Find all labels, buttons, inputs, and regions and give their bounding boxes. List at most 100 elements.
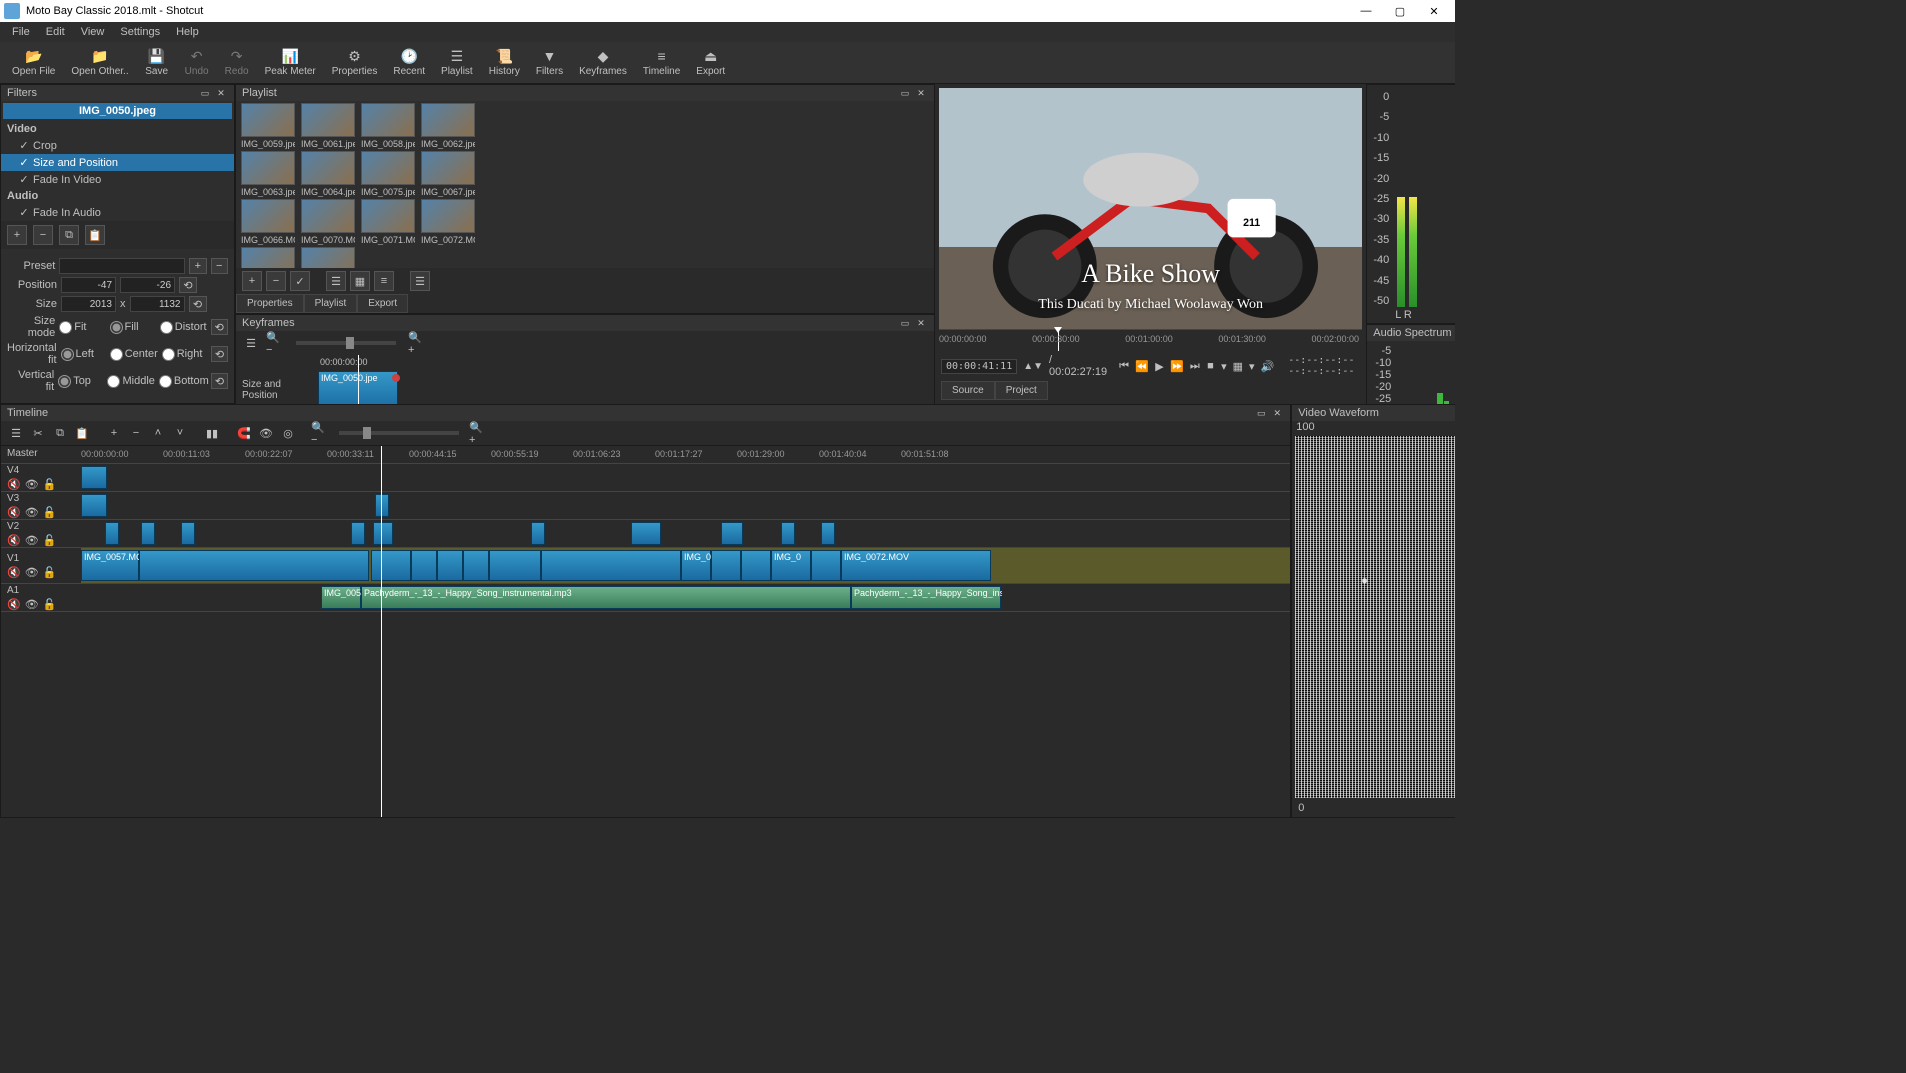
filter-item[interactable]: ✓Fade In Audio (1, 204, 234, 221)
playlist-item[interactable]: IMG_0071.MOV (360, 199, 416, 245)
menu-edit[interactable]: Edit (38, 24, 73, 40)
timeline-clip[interactable] (139, 550, 369, 581)
preset-remove-button[interactable]: − (211, 258, 228, 274)
remove-icon[interactable]: − (127, 424, 145, 442)
minimize-button[interactable]: — (1349, 0, 1383, 22)
timeline-clip[interactable] (631, 522, 661, 545)
save-button[interactable]: 💾Save (137, 46, 177, 79)
timeline-clip[interactable] (463, 550, 489, 581)
track-head-v2[interactable]: V2🔇👁🔓 (1, 520, 81, 548)
track-v3[interactable] (81, 492, 1290, 520)
size-mode-radio-fit[interactable]: Fit (59, 321, 105, 334)
size-mode-radio-reset-button[interactable]: ⟲ (211, 319, 228, 335)
eye-icon[interactable]: 👁 (25, 478, 39, 491)
add-item-button[interactable]: + (242, 271, 262, 291)
timeline-clip[interactable]: Pachyderm_-_13_-_Happy_Song_instrumental… (851, 586, 1001, 609)
eye-icon[interactable]: 👁 (25, 506, 39, 519)
kf-menu-button[interactable]: ☰ (242, 334, 260, 352)
timeline-clip[interactable]: IMG_0 (771, 550, 811, 581)
close-icon[interactable]: ✕ (914, 86, 928, 100)
playlist-item[interactable]: IMG_0058.jpeg (360, 103, 416, 149)
play-icon[interactable]: ▶ (1155, 357, 1164, 375)
playlist-item[interactable]: IMG_0075.jpeg (360, 151, 416, 197)
preview-ruler[interactable]: 00:00:00:0000:00:30:0000:01:00:0000:01:3… (939, 329, 1362, 351)
zoom-out-icon[interactable]: 🔍− (266, 334, 284, 352)
mute-icon[interactable]: 🔇 (7, 478, 21, 491)
tl-zoom-slider[interactable] (339, 431, 459, 435)
hfit-radio-reset-button[interactable]: ⟲ (211, 346, 228, 362)
timeline-clip[interactable] (821, 522, 835, 545)
playlist-item[interactable]: IMG_0062.jpeg (420, 103, 476, 149)
timeline-clip[interactable] (81, 466, 107, 489)
forward-icon[interactable]: ⏩ (1170, 357, 1184, 375)
lock-icon[interactable]: 🔓 (43, 566, 57, 579)
timeline-master[interactable]: Master (1, 446, 81, 464)
tl-menu-button[interactable]: ☰ (7, 424, 25, 442)
track-v4[interactable] (81, 464, 1290, 492)
menu-view[interactable]: View (73, 24, 113, 40)
playlist-item[interactable]: IMG_0076.jpeg (300, 247, 356, 268)
size-w-input[interactable] (61, 296, 116, 312)
menu-settings[interactable]: Settings (112, 24, 168, 40)
preset-add-button[interactable]: + (189, 258, 206, 274)
export-button[interactable]: ⏏Export (688, 46, 733, 79)
hfit-radio-center[interactable]: Center (110, 348, 158, 361)
playlist-item[interactable]: IMG_0070.MOV (300, 199, 356, 245)
filter-item[interactable]: ✓Size and Position (1, 154, 234, 171)
vfit-radio-middle[interactable]: Middle (107, 375, 154, 388)
vfit-radio-top[interactable]: Top (58, 375, 103, 388)
open-other-button[interactable]: 📁Open Other.. (63, 46, 136, 79)
timecode-current[interactable]: 00:00:41:11 (941, 359, 1017, 374)
hfit-radio-right[interactable]: Right (162, 348, 207, 361)
kf-zoom-slider[interactable] (296, 341, 396, 345)
playlist-item[interactable]: IMG_0064.jpeg (300, 151, 356, 197)
remove-filter-button[interactable]: − (33, 225, 53, 245)
view-detailed-button[interactable]: ☰ (326, 271, 346, 291)
view-tiles-button[interactable]: ▦ (350, 271, 370, 291)
timeline-clip[interactable]: IMG_0072.MOV (841, 550, 991, 581)
maximize-button[interactable]: ▢ (1383, 0, 1417, 22)
timeline-clip[interactable] (489, 550, 541, 581)
playlist-item[interactable]: IMG_0063.jpeg (240, 151, 296, 197)
zoom-in-icon[interactable]: 🔍+ (469, 424, 487, 442)
timeline-clip[interactable] (781, 522, 795, 545)
undock-icon[interactable]: ▭ (1254, 406, 1268, 420)
size-mode-radio-fill[interactable]: Fill (110, 321, 156, 334)
keyframes-button[interactable]: ◆Keyframes (571, 46, 635, 79)
open-file-button[interactable]: 📂Open File (4, 46, 63, 79)
playlist-item[interactable]: IMG_0067.jpeg (420, 151, 476, 197)
playlist-item[interactable]: IMG_0073.jpeg (240, 247, 296, 268)
tab-project[interactable]: Project (995, 381, 1048, 400)
copy-filters-button[interactable]: ⧉ (59, 225, 79, 245)
lock-icon[interactable]: 🔓 (43, 506, 57, 519)
lock-icon[interactable]: 🔓 (43, 598, 57, 611)
filter-item[interactable]: ✓Fade In Video (1, 171, 234, 188)
playlist-item[interactable]: IMG_0066.MOV (240, 199, 296, 245)
filters-button[interactable]: ▼Filters (528, 46, 571, 79)
skip-start-icon[interactable]: ⏮ (1119, 357, 1129, 375)
undock-icon[interactable]: ▭ (898, 86, 912, 100)
tab-properties[interactable]: Properties (236, 294, 304, 313)
zoom-out-icon[interactable]: 🔍− (311, 424, 329, 442)
tab-export[interactable]: Export (357, 294, 408, 313)
timeline-clip[interactable]: IMG_0 (681, 550, 711, 581)
tab-source[interactable]: Source (941, 381, 995, 400)
timeline-clip[interactable] (721, 522, 743, 545)
close-icon[interactable]: ✕ (214, 86, 228, 100)
hfit-radio-left[interactable]: Left (61, 348, 106, 361)
lift-icon[interactable]: ˄ (149, 424, 167, 442)
track-head-v1[interactable]: V1🔇👁🔓 (1, 548, 81, 584)
ripple-icon[interactable]: ◎ (279, 424, 297, 442)
playlist-button[interactable]: ☰Playlist (433, 46, 481, 79)
copy-icon[interactable]: ⧉ (51, 424, 69, 442)
lock-icon[interactable]: 🔓 (43, 534, 57, 547)
timeline-clip[interactable] (375, 494, 389, 517)
cut-icon[interactable]: ✂ (29, 424, 47, 442)
size-reset-button[interactable]: ⟲ (189, 296, 207, 312)
undock-icon[interactable]: ▭ (898, 316, 912, 330)
close-button[interactable]: ✕ (1417, 0, 1451, 22)
menu-file[interactable]: File (4, 24, 38, 40)
track-v1[interactable]: IMG_0057.MOVIMG_0IMG_0IMG_0072.MOV (81, 548, 1290, 584)
timeline-clip[interactable] (181, 522, 195, 545)
timeline-clip[interactable] (541, 550, 681, 581)
